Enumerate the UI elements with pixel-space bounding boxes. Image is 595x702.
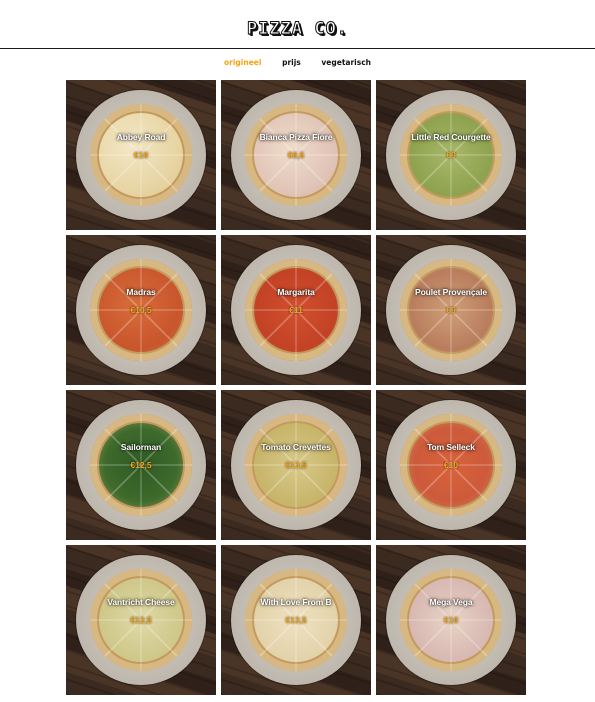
pizza-price: €10 [133,150,149,160]
pizza-card[interactable]: Vantricht Cheese €12,5 [66,545,216,695]
pizza-price: €10 [443,615,459,625]
pizza-card[interactable]: Poulet Provençale €9 [376,235,526,385]
pizza-price: €12,5 [130,615,152,625]
nav-item-vegetarisch[interactable]: vegetarisch [321,58,371,67]
pizza-card[interactable]: Abbey Road €10 [66,80,216,230]
pizza-card[interactable]: Margarita €11 [221,235,371,385]
pizza-name: Mega Vega [429,597,473,607]
pizza-name: Vantricht Cheese [107,597,175,607]
pizza-name: Sailorman [120,442,162,452]
pizza-name: Poulet Provençale [415,287,487,297]
pizza-price: €10,5 [130,305,152,315]
pizza-card[interactable]: Sailorman €12,5 [66,390,216,540]
pizza-name: Tom Selleck [427,442,475,452]
nav-item-origineel[interactable]: origineel [224,58,261,67]
pizza-name: Margarita [277,287,315,297]
pizza-card[interactable]: Madras €10,5 [66,235,216,385]
pizza-name: Bianca Pizza Fiore [259,132,333,142]
nav-item-prijs[interactable]: prijs [282,58,301,67]
pizza-card[interactable]: Bianca Pizza Fiore €8,5 [221,80,371,230]
sort-nav: origineel prijs vegetarisch [0,56,595,70]
pizza-card[interactable]: Little Red Courgette €9 [376,80,526,230]
pizza-price: €9 [446,305,456,315]
pizza-name: Tomato Crevettes [261,442,331,452]
pizza-name: Little Red Courgette [411,132,491,142]
pizza-price: €8,5 [287,150,305,160]
pizza-card[interactable]: With Love From B €13,5 [221,545,371,695]
logo[interactable]: PIZZA CO. [246,19,348,40]
pizza-name: Abbey Road [116,132,166,142]
pizza-grid: Abbey Road €10 Bianca Pizza Fiore €8,5 L… [66,80,527,695]
pizza-price: €13,5 [285,615,307,625]
pizza-card[interactable]: Mega Vega €10 [376,545,526,695]
pizza-card[interactable]: Tomato Crevettes €13,5 [221,390,371,540]
pizza-price: €12,5 [130,460,152,470]
pizza-name: With Love From B [260,597,332,607]
pizza-name: Madras [126,287,156,297]
pizza-price: €13,5 [285,460,307,470]
pizza-card[interactable]: Tom Selleck €10 [376,390,526,540]
pizza-price: €9 [446,150,456,160]
pizza-price: €10 [443,460,459,470]
site-header: PIZZA CO. [0,0,595,49]
pizza-price: €11 [289,305,303,315]
